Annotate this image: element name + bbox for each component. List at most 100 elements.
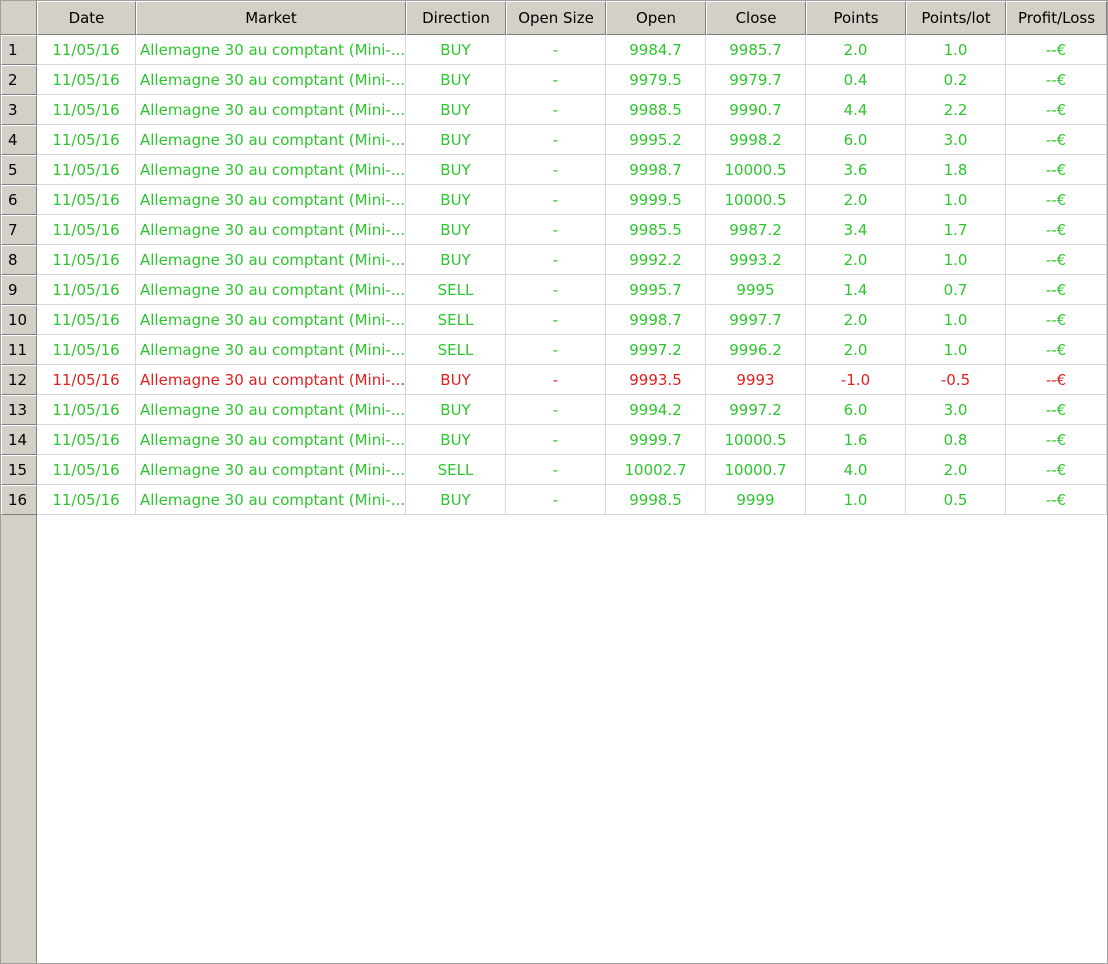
cell-date[interactable]: 11/05/16: [37, 335, 136, 365]
cell-direction[interactable]: SELL: [406, 455, 506, 485]
select-all-corner[interactable]: [1, 1, 37, 35]
cell-open[interactable]: 9997.2: [606, 335, 706, 365]
cell-date[interactable]: 11/05/16: [37, 425, 136, 455]
cell-points-lot[interactable]: 1.0: [906, 335, 1006, 365]
table-row[interactable]: 7 11/05/16 Allemagne 30 au comptant (Mini-…: [1, 215, 1107, 245]
cell-open[interactable]: 9998.5: [606, 485, 706, 515]
cell-open-size[interactable]: -: [506, 245, 606, 275]
cell-close[interactable]: 9979.7: [706, 65, 806, 95]
cell-close[interactable]: 9990.7: [706, 95, 806, 125]
cell-profit-loss[interactable]: --€: [1006, 395, 1107, 425]
cell-open-size[interactable]: -: [506, 365, 606, 395]
table-row[interactable]: 5 11/05/16 Allemagne 30 au comptant (Mini-…: [1, 155, 1107, 185]
cell-profit-loss[interactable]: --€: [1006, 485, 1107, 515]
cell-points-lot[interactable]: 3.0: [906, 395, 1006, 425]
cell-open[interactable]: 9993.5: [606, 365, 706, 395]
cell-market[interactable]: Allemagne 30 au comptant (Mini-...: [136, 485, 406, 515]
cell-market[interactable]: Allemagne 30 au comptant (Mini-...: [136, 245, 406, 275]
row-number[interactable]: 16: [1, 485, 37, 515]
cell-date[interactable]: 11/05/16: [37, 305, 136, 335]
row-number[interactable]: 2: [1, 65, 37, 95]
cell-open-size[interactable]: -: [506, 305, 606, 335]
cell-direction[interactable]: BUY: [406, 395, 506, 425]
cell-direction[interactable]: BUY: [406, 215, 506, 245]
cell-points[interactable]: 1.6: [806, 425, 906, 455]
cell-points-lot[interactable]: 2.0: [906, 455, 1006, 485]
cell-direction[interactable]: SELL: [406, 275, 506, 305]
cell-points[interactable]: 1.0: [806, 485, 906, 515]
row-number[interactable]: 1: [1, 35, 37, 65]
cell-open[interactable]: 9979.5: [606, 65, 706, 95]
table-row[interactable]: 14 11/05/16 Allemagne 30 au comptant (Mini…: [1, 425, 1107, 455]
cell-direction[interactable]: BUY: [406, 425, 506, 455]
cell-date[interactable]: 11/05/16: [37, 485, 136, 515]
cell-market[interactable]: Allemagne 30 au comptant (Mini-...: [136, 35, 406, 65]
column-header-profit-loss[interactable]: Profit/Loss: [1006, 1, 1107, 35]
cell-open[interactable]: 9999.5: [606, 185, 706, 215]
cell-open[interactable]: 9992.2: [606, 245, 706, 275]
column-header-close[interactable]: Close: [706, 1, 806, 35]
column-header-open[interactable]: Open: [606, 1, 706, 35]
cell-points-lot[interactable]: 1.0: [906, 305, 1006, 335]
cell-open[interactable]: 9998.7: [606, 155, 706, 185]
cell-profit-loss[interactable]: --€: [1006, 275, 1107, 305]
cell-close[interactable]: 9993: [706, 365, 806, 395]
cell-date[interactable]: 11/05/16: [37, 155, 136, 185]
cell-points-lot[interactable]: 1.0: [906, 35, 1006, 65]
cell-points-lot[interactable]: 1.8: [906, 155, 1006, 185]
table-row[interactable]: 12 11/05/16 Allemagne 30 au comptant (Mini…: [1, 365, 1107, 395]
cell-points[interactable]: 4.4: [806, 95, 906, 125]
cell-open-size[interactable]: -: [506, 155, 606, 185]
cell-points-lot[interactable]: 0.8: [906, 425, 1006, 455]
cell-direction[interactable]: BUY: [406, 155, 506, 185]
cell-open[interactable]: 9984.7: [606, 35, 706, 65]
cell-points[interactable]: 6.0: [806, 395, 906, 425]
cell-direction[interactable]: BUY: [406, 35, 506, 65]
cell-close[interactable]: 9995: [706, 275, 806, 305]
row-number[interactable]: 12: [1, 365, 37, 395]
cell-market[interactable]: Allemagne 30 au comptant (Mini-...: [136, 335, 406, 365]
cell-profit-loss[interactable]: --€: [1006, 245, 1107, 275]
cell-points-lot[interactable]: 2.2: [906, 95, 1006, 125]
cell-points-lot[interactable]: -0.5: [906, 365, 1006, 395]
cell-direction[interactable]: SELL: [406, 335, 506, 365]
cell-market[interactable]: Allemagne 30 au comptant (Mini-...: [136, 185, 406, 215]
cell-points-lot[interactable]: 1.7: [906, 215, 1006, 245]
cell-open[interactable]: 9994.2: [606, 395, 706, 425]
table-row[interactable]: 11 11/05/16 Allemagne 30 au comptant (Mini…: [1, 335, 1107, 365]
cell-open[interactable]: 9995.7: [606, 275, 706, 305]
cell-open-size[interactable]: -: [506, 65, 606, 95]
cell-date[interactable]: 11/05/16: [37, 395, 136, 425]
cell-open-size[interactable]: -: [506, 425, 606, 455]
cell-open[interactable]: 9985.5: [606, 215, 706, 245]
row-number[interactable]: 3: [1, 95, 37, 125]
cell-close[interactable]: 10000.7: [706, 455, 806, 485]
cell-market[interactable]: Allemagne 30 au comptant (Mini-...: [136, 455, 406, 485]
cell-points-lot[interactable]: 0.2: [906, 65, 1006, 95]
cell-points-lot[interactable]: 3.0: [906, 125, 1006, 155]
cell-profit-loss[interactable]: --€: [1006, 95, 1107, 125]
cell-close[interactable]: 9998.2: [706, 125, 806, 155]
table-row[interactable]: 13 11/05/16 Allemagne 30 au comptant (Mini…: [1, 395, 1107, 425]
table-row[interactable]: 2 11/05/16 Allemagne 30 au comptant (Mini-…: [1, 65, 1107, 95]
cell-profit-loss[interactable]: --€: [1006, 365, 1107, 395]
cell-market[interactable]: Allemagne 30 au comptant (Mini-...: [136, 305, 406, 335]
column-header-date[interactable]: Date: [37, 1, 136, 35]
cell-direction[interactable]: BUY: [406, 185, 506, 215]
cell-market[interactable]: Allemagne 30 au comptant (Mini-...: [136, 365, 406, 395]
cell-date[interactable]: 11/05/16: [37, 245, 136, 275]
row-number[interactable]: 7: [1, 215, 37, 245]
cell-close[interactable]: 10000.5: [706, 155, 806, 185]
cell-market[interactable]: Allemagne 30 au comptant (Mini-...: [136, 395, 406, 425]
cell-direction[interactable]: SELL: [406, 305, 506, 335]
cell-direction[interactable]: BUY: [406, 95, 506, 125]
row-number[interactable]: 10: [1, 305, 37, 335]
cell-open-size[interactable]: -: [506, 95, 606, 125]
cell-points[interactable]: 2.0: [806, 185, 906, 215]
cell-points-lot[interactable]: 0.7: [906, 275, 1006, 305]
cell-profit-loss[interactable]: --€: [1006, 335, 1107, 365]
table-row[interactable]: 9 11/05/16 Allemagne 30 au comptant (Mini-…: [1, 275, 1107, 305]
cell-open[interactable]: 9998.7: [606, 305, 706, 335]
cell-points[interactable]: 3.6: [806, 155, 906, 185]
row-number[interactable]: 9: [1, 275, 37, 305]
